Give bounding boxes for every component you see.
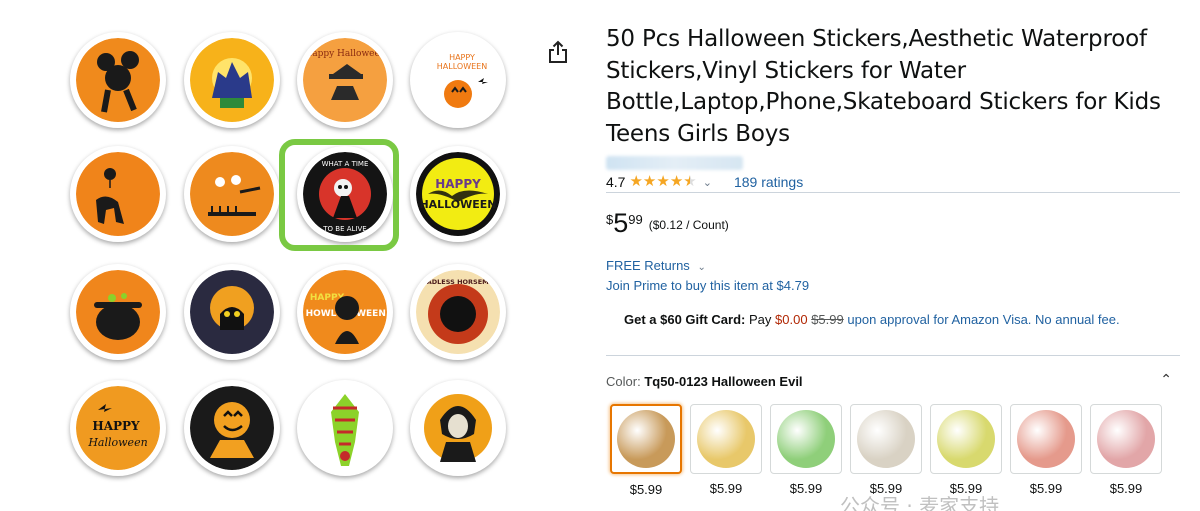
sticker-haunted-house[interactable] [184,32,280,128]
swatch-price: $5.99 [709,481,743,496]
color-swatch[interactable]: $5.99 [1010,404,1082,496]
color-selector-header: Color: Tq50-0123 Halloween Evil ⌃ [606,371,1180,389]
svg-text:Halloween: Halloween [87,436,147,449]
swatch-image [1017,410,1075,468]
share-icon[interactable] [547,40,569,64]
svg-text:Happy Halloween: Happy Halloween [304,49,385,59]
svg-text:HAPPY: HAPPY [92,419,140,433]
gift-card-title: Get a $60 Gift Card: [624,312,746,327]
watermark: 公众号 · 麦家支持 [840,494,1000,511]
sticker-jack-o-lantern[interactable] [184,380,280,476]
sticker-happy-halloween-text[interactable]: HAPPY Halloween [70,380,166,476]
gift-card-terms[interactable]: upon approval for Amazon Visa. No annual… [847,312,1119,327]
highlight-frame [279,139,399,251]
sticker-happy-halloween-bat[interactable]: HAPPY HALLOWEEN [410,146,506,242]
price-whole: 5 [613,208,629,238]
sticker-skeleton-hand[interactable] [297,380,393,476]
store-link-blurred[interactable] [606,156,743,170]
svg-text:WEEN: WEEN [356,309,386,319]
sticker-artwork: HAPPY HOWL WEEN [303,270,387,354]
sticker-artwork: HAPPY HALLOWEEN [416,38,500,122]
sticker-witch-hat[interactable]: Happy Halloween [297,32,393,128]
product-details: 50 Pcs Halloween Stickers,Aesthetic Wate… [606,24,1180,497]
sticker-happy-halloween-pumpkin[interactable]: HAPPY HALLOWEEN [410,32,506,128]
product-image-gallery[interactable]: Happy Halloween HAPPY HALLOWEEN WHAT A TIME… [0,0,540,511]
color-swatch[interactable]: $5.99 [1090,404,1162,496]
sticker-artwork [76,270,160,354]
price-fraction: 99 [628,212,643,227]
ratings-count-link[interactable]: 189 ratings [734,174,803,190]
rating-row[interactable]: 4.7 ★ ★ ★ ★ ★ ⌄ 189 ratings [606,174,803,191]
sticker-cauldron[interactable] [70,264,166,360]
svg-text:HAPPY: HAPPY [435,177,481,191]
rating-value: 4.7 [606,174,626,190]
sticker-ghoul[interactable] [410,380,506,476]
swatch-price: $5.99 [1109,481,1143,496]
unit-price: ($0.12 / Count) [648,218,729,232]
svg-text:HEADLESS HORSEMAN: HEADLESS HORSEMAN [417,278,499,286]
sticker-headless-horseman[interactable]: HEADLESS HORSEMAN [410,264,506,360]
star-icon: ★ [669,173,684,190]
divider [606,355,1180,356]
svg-text:HALLOWEEN: HALLOWEEN [437,62,487,71]
swatch-price: $5.99 [629,482,663,497]
chevron-down-icon: ⌄ [697,262,706,273]
color-swatches: $5.99 $5.99 $5.99 $5.99 $5.99 $5.99 $5.99 [610,404,1162,497]
color-swatch[interactable]: $5.99 [930,404,1002,496]
sticker-artwork [190,386,274,470]
gift-card-new-price: $0.00 [775,312,808,327]
gift-card-offer[interactable]: Get a $60 Gift Card: Pay $0.00 $5.99 upo… [624,312,1120,327]
star-icon: ★ [629,173,643,190]
sticker-black-cat[interactable] [184,264,280,360]
sticker-artwork [190,270,274,354]
sticker-artwork [190,38,274,122]
swatch-image [617,410,675,468]
sticker-artwork: HEADLESS HORSEMAN [416,270,500,354]
sticker-artwork [190,152,274,236]
sticker-artwork: HAPPY Halloween [76,386,160,470]
join-prime-link[interactable]: Join Prime to buy this item at $4.79 [606,278,809,293]
svg-text:HAPPY: HAPPY [449,53,475,62]
free-returns-link[interactable]: FREE Returns ⌄ [606,258,706,273]
half-star-icon: ★ [683,173,697,190]
svg-text:HOWL: HOWL [306,309,337,319]
color-label: Color: [606,374,641,389]
sticker-artwork: Happy Halloween [303,38,387,122]
gift-card-old-price: $5.99 [811,312,844,327]
price-symbol: $ [606,212,614,227]
sticker-artwork: HAPPY HALLOWEEN [416,152,500,236]
color-swatch[interactable]: $5.99 [690,404,762,496]
sticker-howl-cat[interactable]: HAPPY HOWL WEEN [297,264,393,360]
sticker-pumpkin-witch[interactable] [184,146,280,242]
color-swatch[interactable]: $5.99 [610,404,682,497]
swatch-image [1097,410,1155,468]
star-icon: ★ [642,173,657,190]
swatch-image [777,410,835,468]
swatch-price: $5.99 [789,481,823,496]
swatch-image [857,410,915,468]
sticker-spider-cat[interactable] [70,146,166,242]
swatch-price: $5.99 [1029,481,1063,496]
color-value: Tq50-0123 Halloween Evil [644,374,803,389]
price: $ 5 99 ($0.12 / Count) [606,209,729,237]
sticker-artwork [76,152,160,236]
sticker-artwork [76,38,160,122]
color-swatch[interactable]: $5.99 [770,404,842,496]
swatch-image [937,410,995,468]
star-rating[interactable]: ★ ★ ★ ★ ★ [629,174,696,190]
sticker-artwork [303,386,387,470]
product-title: 50 Pcs Halloween Stickers,Aesthetic Wate… [606,26,1161,147]
divider [606,192,1180,193]
sticker-mickey[interactable] [70,32,166,128]
chevron-up-icon[interactable]: ⌃ [1160,371,1172,388]
color-swatch[interactable]: $5.99 [850,404,922,496]
star-icon: ★ [656,173,670,190]
sticker-artwork [416,386,500,470]
gift-card-pay: Pay [749,312,772,327]
swatch-image [697,410,755,468]
chevron-down-icon[interactable]: ⌄ [703,176,712,189]
free-returns-label: FREE Returns [606,258,690,273]
